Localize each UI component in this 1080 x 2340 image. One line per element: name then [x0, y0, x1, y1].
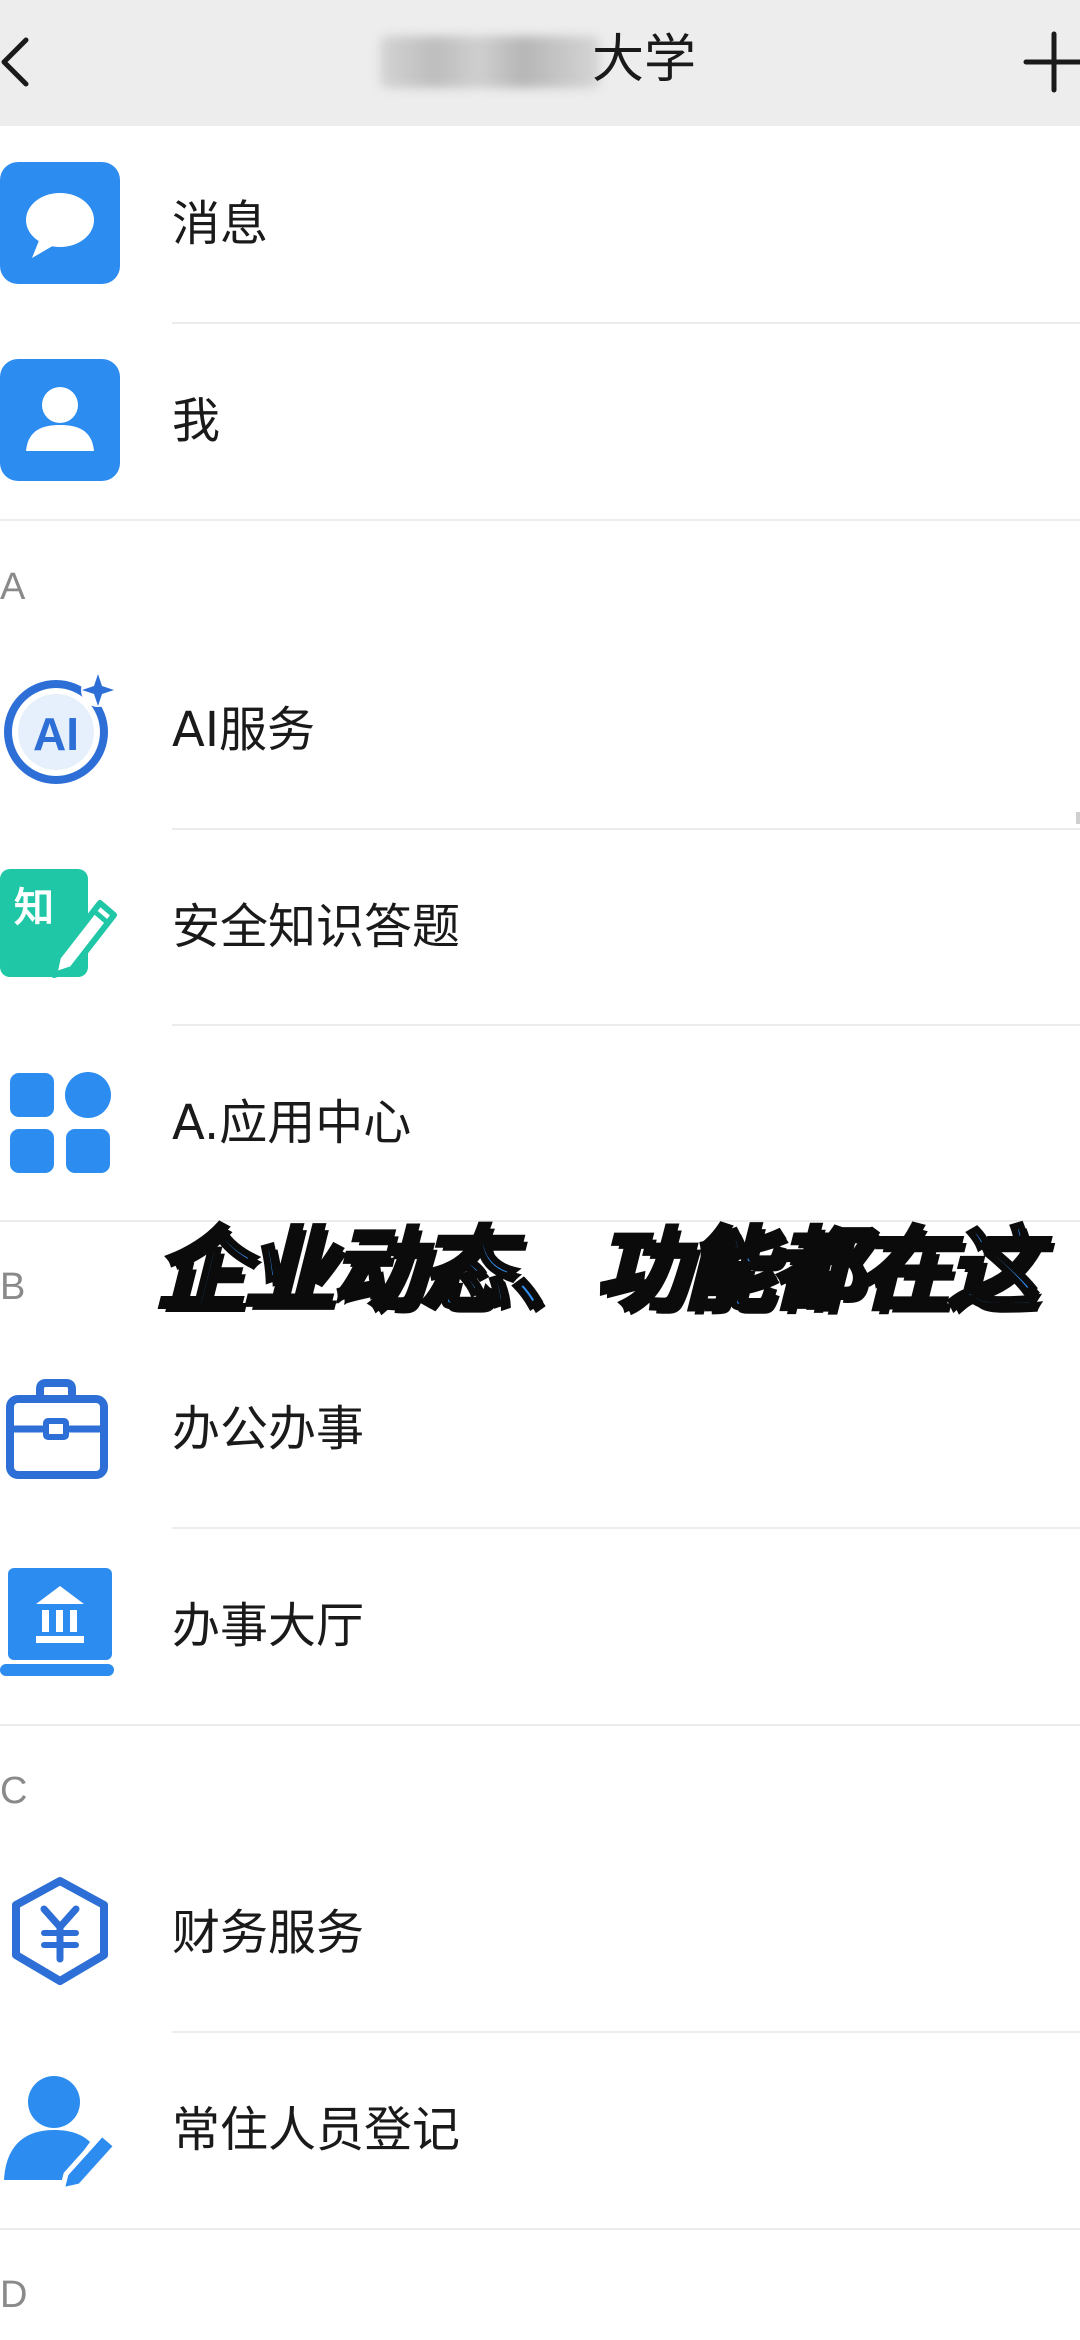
svg-text:知: 知	[14, 885, 54, 931]
overlay-caption: 企业动态、功能都在这	[154, 1216, 1040, 1325]
list-item-me[interactable]: 我	[0, 323, 1080, 519]
list-item-label: A.应用中心	[172, 1095, 412, 1151]
list-item-label: 常住人员登记	[172, 2102, 461, 2158]
list-item-ai-service[interactable]: AI AI服务	[0, 632, 1080, 828]
divider	[0, 1724, 1080, 1726]
list-item-resident-registration[interactable]: 常住人员登记	[0, 2032, 1080, 2228]
app-grid-icon	[0, 1061, 124, 1185]
list-item-messages[interactable]: 消息	[0, 126, 1080, 322]
top-bar: 大学	[0, 0, 1080, 126]
back-button[interactable]	[0, 22, 56, 102]
add-button[interactable]	[1022, 26, 1080, 98]
scroll-indicator	[1076, 812, 1080, 824]
page-title: 大学	[380, 20, 710, 100]
bank-icon	[0, 1564, 124, 1688]
user-edit-icon	[0, 2068, 124, 2193]
chat-bubble-icon	[0, 162, 124, 286]
knowledge-quiz-icon: 知	[0, 865, 124, 989]
list-item-finance-service[interactable]: 财务服务	[0, 1835, 1080, 2031]
divider	[0, 519, 1080, 521]
list-item-service-hall[interactable]: 办事大厅	[0, 1528, 1080, 1724]
section-header-d: D	[0, 2274, 28, 2316]
chevron-left-icon	[1, 37, 29, 87]
list-item-app-center[interactable]: A.应用中心	[0, 1025, 1080, 1221]
redacted-title-part	[380, 36, 600, 88]
list-item-label: 办公办事	[172, 1401, 365, 1457]
list-item-label: 安全知识答题	[172, 899, 461, 955]
user-icon	[0, 359, 124, 483]
list-item-safety-quiz[interactable]: 知 安全知识答题	[0, 829, 1080, 1025]
page-title-text: 大学	[592, 30, 697, 90]
list-item-office-affairs[interactable]: 办公办事	[0, 1331, 1080, 1527]
divider	[0, 2228, 1080, 2230]
list-item-label: 我	[172, 393, 221, 449]
yuan-hexagon-icon	[0, 1871, 124, 1995]
list-item-label: 消息	[172, 196, 269, 252]
list-item-label: AI服务	[172, 702, 315, 758]
briefcase-icon	[0, 1367, 124, 1491]
section-header-b: B	[0, 1266, 26, 1308]
section-header-a: A	[0, 566, 26, 608]
list-item-label: 办事大厅	[172, 1598, 365, 1654]
list-item-label: 财务服务	[172, 1905, 365, 1961]
plus-icon	[1023, 31, 1080, 93]
svg-text:AI: AI	[33, 708, 79, 760]
ai-icon: AI	[0, 668, 124, 792]
section-header-c: C	[0, 1770, 28, 1812]
